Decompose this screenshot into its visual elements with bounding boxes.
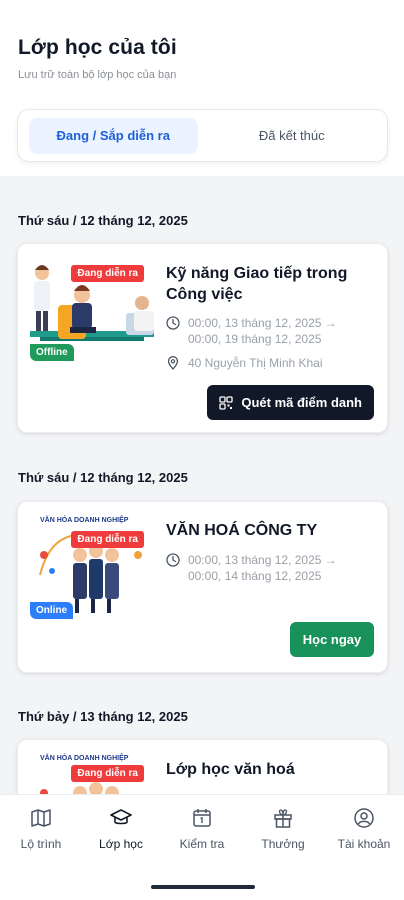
gift-icon [274, 809, 292, 828]
course-thumbnail: VĂN HÓA DOANH NGHIỆP Đang diễn ra [30, 753, 154, 794]
nav-label: Thưởng [261, 837, 305, 851]
map-icon [31, 809, 51, 827]
course-card[interactable]: VĂN HÓA DOANH NGHIỆP Đang diễn ra Online… [17, 501, 388, 673]
user-circle-icon [354, 808, 374, 828]
course-time-text: 00:00, 13 tháng 12, 2025 → 00:00, 14 thá… [188, 553, 337, 583]
clock-icon [166, 553, 180, 567]
page-title: Lớp học của tôi [18, 36, 177, 59]
nav-label: Kiểm tra [179, 837, 225, 851]
course-thumbnail: Đang diễn ra Offline [30, 257, 154, 361]
course-time: 00:00, 13 tháng 12, 2025 → 00:00, 19 thá… [166, 315, 368, 347]
nav-label: Lớp học [99, 837, 143, 851]
course-time: 00:00, 13 tháng 12, 2025 → 00:00, 14 thá… [166, 552, 368, 584]
course-title: Kỹ năng Giao tiếp trong Công việc [166, 265, 348, 303]
graduation-cap-icon [110, 809, 132, 825]
location-pin-icon [167, 356, 179, 370]
status-badge: Đang diễn ra [71, 765, 144, 782]
scan-attendance-button[interactable]: Quét mã điểm danh [207, 385, 374, 420]
nav-item-roadmap[interactable]: Lộ trình [1, 807, 81, 851]
learn-now-button[interactable]: Học ngay [290, 622, 374, 657]
course-time-text: 00:00, 13 tháng 12, 2025 → 00:00, 19 thá… [188, 316, 337, 346]
nav-item-rewards[interactable]: Thưởng [243, 807, 323, 851]
qr-scan-icon [219, 395, 234, 410]
mode-badge: Offline [30, 344, 74, 361]
tab-finished[interactable]: Đã kết thúc [208, 118, 377, 154]
course-title: Lớp học văn hoá [166, 761, 295, 778]
mode-badge: Online [30, 602, 74, 619]
course-card[interactable]: Đang diễn ra Offline Kỹ năng Giao tiếp t… [17, 243, 388, 433]
clock-icon [166, 316, 180, 330]
tab-upcoming[interactable]: Đang / Sắp diễn ra [29, 117, 198, 154]
course-card[interactable]: VĂN HÓA DOANH NGHIỆP Đang diễn ra Lớp họ… [17, 739, 388, 794]
course-thumbnail: VĂN HÓA DOANH NGHIỆP Đang diễn ra Online [30, 515, 154, 619]
scan-attendance-label: Quét mã điểm danh [241, 395, 362, 410]
nav-label: Lộ trình [20, 837, 62, 851]
page-header: Lớp học của tôi Lưu trữ toàn bộ lớp học … [18, 36, 177, 81]
section-date: Thứ sáu / 12 tháng 12, 2025 [18, 470, 188, 485]
home-indicator [151, 885, 255, 889]
nav-item-tests[interactable]: Kiểm tra [162, 807, 242, 851]
page-subtitle: Lưu trữ toàn bộ lớp học của bạn [18, 69, 177, 81]
course-location: 40 Nguyễn Thị Minh Khai [166, 355, 368, 371]
course-location-text: 40 Nguyễn Thị Minh Khai [188, 356, 323, 370]
class-status-tabs: Đang / Sắp diễn ra Đã kết thúc [17, 109, 388, 162]
calendar-check-icon [193, 809, 211, 827]
nav-item-classes[interactable]: Lớp học [81, 807, 161, 851]
class-list[interactable]: Thứ sáu / 12 tháng 12, 2025 Đang diễn ra… [0, 176, 404, 794]
nav-item-account[interactable]: Tài khoản [324, 807, 404, 851]
section-date: Thứ sáu / 12 tháng 12, 2025 [18, 213, 188, 228]
status-badge: Đang diễn ra [71, 531, 144, 548]
thumb-caption: VĂN HÓA DOANH NGHIỆP [40, 755, 129, 762]
course-title: VĂN HOÁ CÔNG TY [166, 522, 318, 539]
status-badge: Đang diễn ra [71, 265, 144, 282]
nav-label: Tài khoản [337, 837, 391, 851]
thumb-caption: VĂN HÓA DOANH NGHIỆP [40, 517, 129, 524]
section-date: Thứ bảy / 13 tháng 12, 2025 [18, 709, 188, 724]
